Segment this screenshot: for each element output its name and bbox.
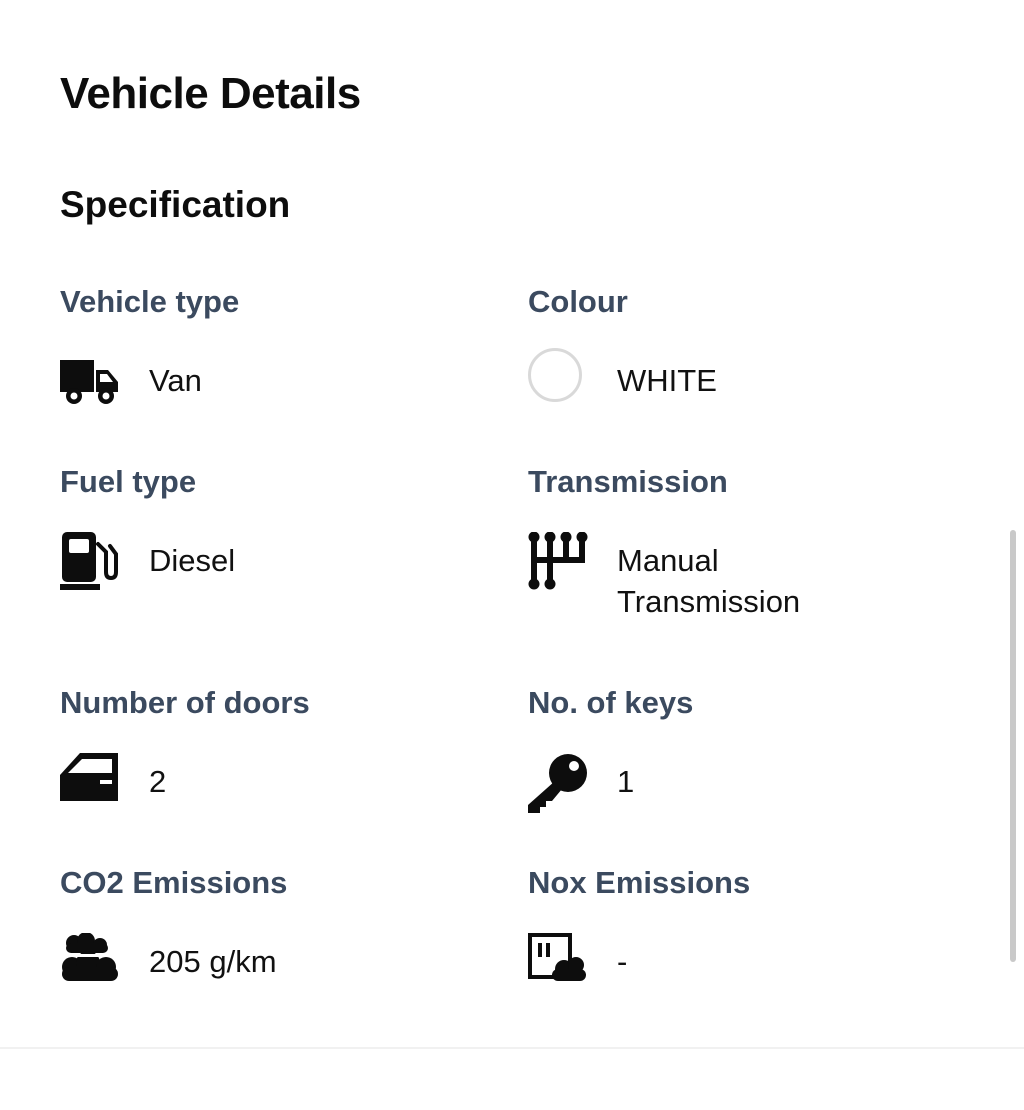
spec-value: - (617, 944, 628, 979)
section-divider (0, 1047, 1024, 1049)
car-door-icon (60, 753, 120, 813)
spec-co2: CO2 Emissions 205 g/km (60, 863, 490, 981)
spec-value: 2 (149, 764, 167, 799)
spec-transmission: Transmission Manual Transmission (528, 462, 958, 619)
vehicle-details-page: Vehicle Details Specification Vehicle ty… (0, 0, 1024, 1110)
spec-value: Manual Transmission (617, 543, 801, 619)
spec-label: Fuel type (60, 464, 197, 499)
spec-nox: Nox Emissions - (528, 863, 958, 981)
spec-label: Number of doors (60, 685, 310, 720)
spec-label: Colour (528, 284, 628, 319)
spec-value: 205 g/km (149, 944, 277, 979)
page-title: Vehicle Details (60, 69, 361, 118)
spec-value: Diesel (149, 543, 236, 578)
spec-label: CO2 Emissions (60, 865, 288, 900)
colour-swatch (528, 348, 582, 402)
spec-fuel-type: Fuel type Diesel (60, 462, 490, 590)
spec-label: Nox Emissions (528, 865, 751, 900)
factory-cloud-icon (528, 933, 588, 993)
fuel-pump-icon (60, 532, 120, 592)
spec-label: Vehicle type (60, 284, 240, 319)
spec-label: No. of keys (528, 685, 694, 720)
section-title-specification: Specification (60, 184, 291, 225)
spec-doors: Number of doors 2 (60, 683, 490, 801)
scrollbar[interactable] (1010, 530, 1016, 962)
spec-vehicle-type: Vehicle type Van (60, 282, 490, 404)
clouds-icon (60, 933, 120, 993)
gear-shift-icon (528, 532, 588, 592)
van-icon (60, 352, 120, 412)
spec-label: Transmission (528, 464, 728, 499)
spec-value: 1 (617, 764, 635, 799)
spec-keys: No. of keys 1 (528, 683, 958, 813)
spec-value: Van (149, 363, 202, 398)
spec-colour: Colour WHITE (528, 282, 958, 402)
spec-value: WHITE (617, 363, 717, 398)
key-icon (528, 753, 588, 813)
